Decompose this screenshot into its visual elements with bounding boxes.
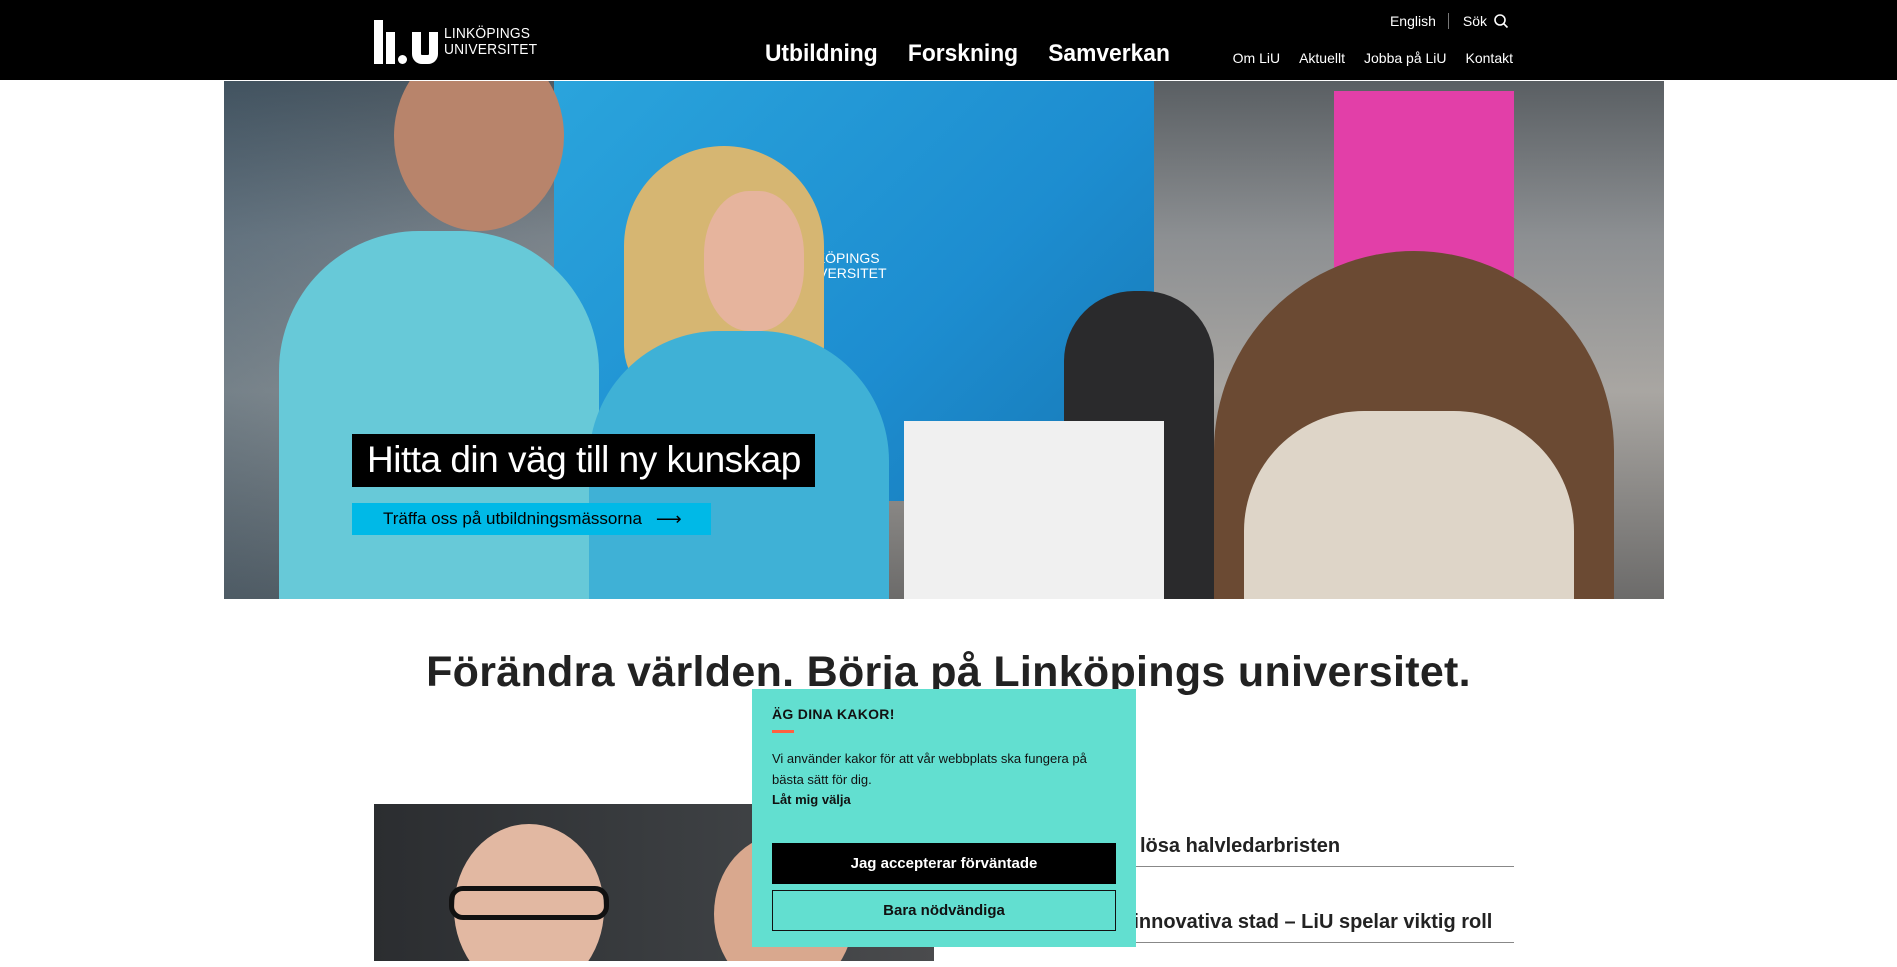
hero-person-center-face (704, 191, 804, 331)
list-item: st innovativa stad – LiU spelar viktig r… (1110, 891, 1514, 943)
cookie-title: ÄG DINA KAKOR! (772, 706, 895, 722)
liu-logo[interactable]: LINKÖPINGS UNIVERSITET (374, 20, 545, 64)
cookie-text: Vi använder kakor för att vår webbplats … (772, 751, 1087, 787)
hero-person-right-sweater (1244, 411, 1574, 599)
arrow-right-icon: ⟶ (655, 508, 682, 529)
cookie-dialog: ÄG DINA KAKOR! Vi använder kakor för att… (752, 689, 1136, 947)
nav-om-liu[interactable]: Om LiU (1233, 50, 1280, 66)
search-label: Sök (1462, 13, 1487, 29)
news-list: att lösa halvledarbristen st innovativa … (1110, 815, 1514, 967)
hero-title: Hitta din väg till ny kunskap (352, 434, 815, 487)
search-icon (1494, 14, 1509, 29)
divider (1447, 13, 1449, 29)
logo-wordmark: LINKÖPINGS UNIVERSITET (444, 26, 537, 58)
nav-forskning[interactable]: Forskning (908, 40, 1018, 68)
hero-table (904, 421, 1164, 599)
cookie-accept-button[interactable]: Jag accepterar förväntade (772, 843, 1116, 884)
logo-line2: UNIVERSITET (444, 41, 538, 58)
cookie-accent-line (772, 730, 794, 733)
news-link[interactable]: att lösa halvledarbristen (1110, 835, 1340, 858)
list-item: att lösa halvledarbristen (1110, 815, 1514, 867)
search-button[interactable]: Sök (1463, 13, 1509, 29)
nav-kontakt[interactable]: Kontakt (1466, 50, 1513, 66)
cookie-necessary-button[interactable]: Bara nödvändiga (772, 890, 1116, 931)
utility-top: English Sök (1390, 13, 1509, 29)
hero-person-left-head (394, 81, 564, 231)
site-header: LINKÖPINGS UNIVERSITET Utbildning Forskn… (0, 0, 1897, 80)
nav-utbildning[interactable]: Utbildning (765, 40, 878, 68)
main-nav: Utbildning Forskning Samverkan (762, 40, 1173, 68)
nav-samverkan[interactable]: Samverkan (1048, 40, 1170, 68)
news-link[interactable]: st innovativa stad – LiU spelar viktig r… (1110, 911, 1492, 934)
hero-cta-button[interactable]: Träffa oss på utbildningsmässorna ⟶ (352, 503, 711, 535)
cookie-choose-link[interactable]: Låt mig välja (772, 792, 851, 807)
hero-banner: LINKÖPINGS UNIVERSITET Hitta din väg til… (224, 81, 1664, 599)
nav-jobba[interactable]: Jobba på LiU (1364, 50, 1447, 66)
nav-aktuellt[interactable]: Aktuellt (1299, 50, 1345, 66)
hero-person-left (279, 231, 599, 599)
logo-line1: LINKÖPINGS (444, 25, 531, 42)
language-link[interactable]: English (1390, 13, 1436, 29)
liu-logo-mark (374, 20, 438, 64)
secondary-nav: Om LiU Aktuellt Jobba på LiU Kontakt (1233, 50, 1513, 66)
hero-cta-label: Träffa oss på utbildningsmässorna (383, 509, 642, 528)
